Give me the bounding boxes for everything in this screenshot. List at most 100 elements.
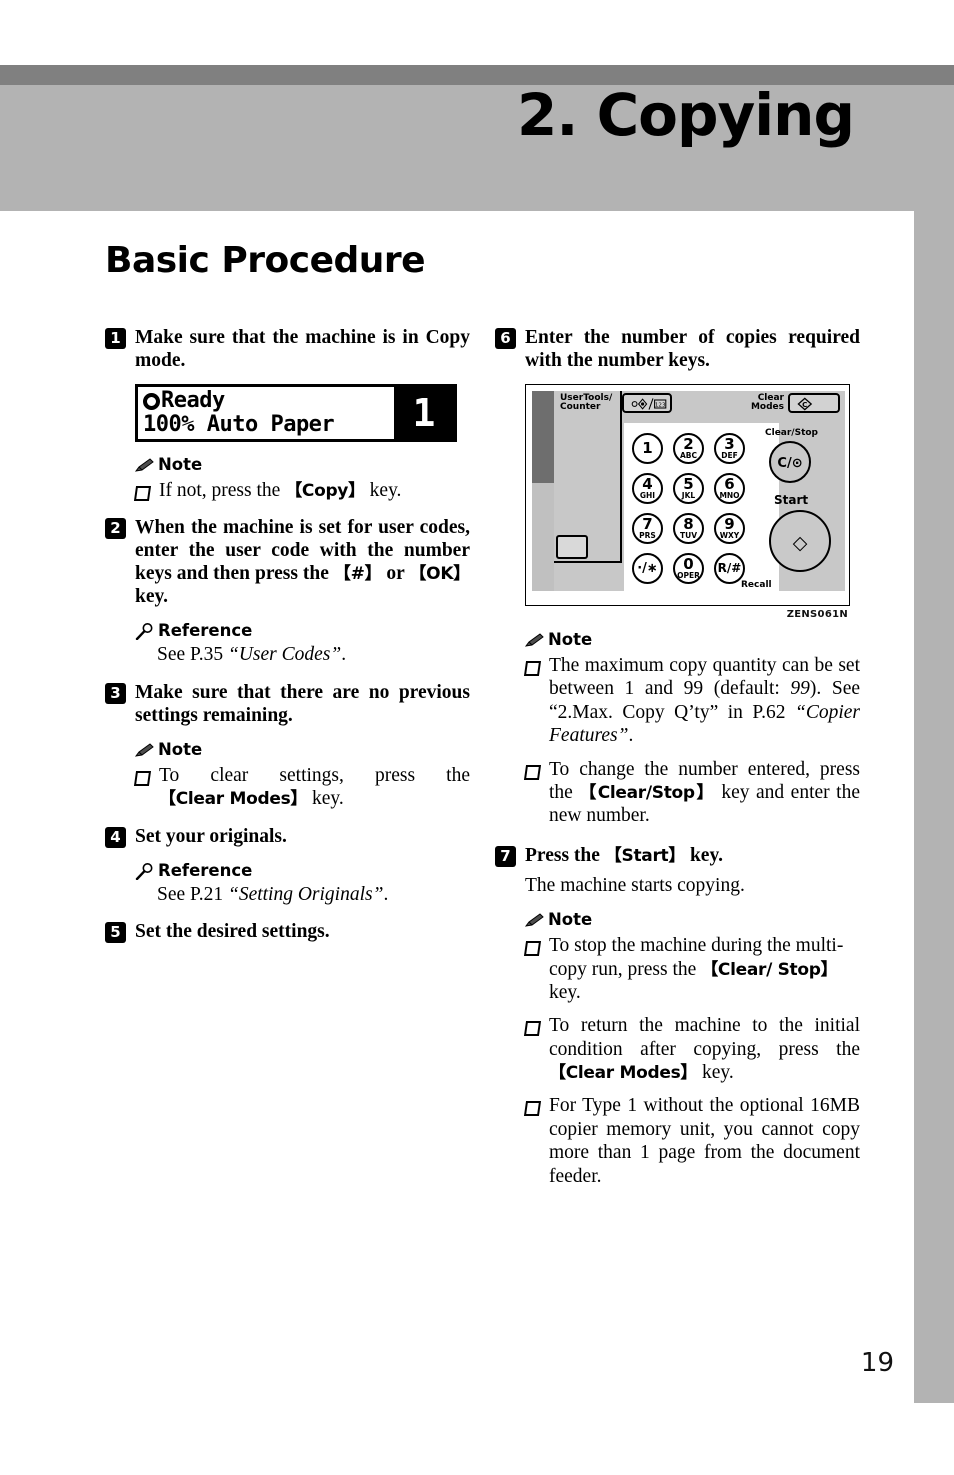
pencil-icon bbox=[134, 458, 154, 473]
note-bullet-text: To return the machine to the initial con… bbox=[549, 1014, 860, 1084]
bullet-part-e: . bbox=[628, 725, 634, 747]
numkey-6-digit: 6 bbox=[724, 475, 735, 493]
step-1-heading: Make sure that the machine is in Copy mo… bbox=[135, 327, 470, 371]
step-2-heading: When the machine is set for user codes, … bbox=[105, 516, 470, 608]
note-bullet-text: To stop the machine during the multi-cop… bbox=[549, 934, 860, 1004]
note-title: Note bbox=[524, 910, 860, 929]
note-bullet: If not, press the 【Copy】 key. bbox=[133, 479, 470, 502]
numkey-3[interactable]: 3 DEF bbox=[714, 433, 745, 464]
note-bullet-text: To clear settings, press the 【Clear Mode… bbox=[159, 764, 470, 811]
clear-modes-key[interactable]: C bbox=[788, 393, 840, 413]
key-clear-modes: 【Clear Modes】 bbox=[159, 789, 308, 810]
step-6-heading: Enter the number of copies required with… bbox=[525, 327, 860, 371]
bullet-box-icon bbox=[523, 764, 542, 780]
step-number-7: 7 bbox=[495, 845, 516, 867]
step-number-1: 1 bbox=[105, 328, 126, 349]
numkey-0-digit: 0 bbox=[683, 555, 694, 573]
numkey-2[interactable]: 2 ABC bbox=[673, 433, 704, 464]
clear-modes-label: Clear Modes bbox=[750, 393, 784, 413]
start-glyph: ◇ bbox=[792, 532, 808, 554]
note-bullet-text: If not, press the 【Copy】 key. bbox=[159, 479, 470, 502]
note-title: Note bbox=[524, 630, 860, 649]
step-number-3: 3 bbox=[105, 682, 126, 704]
start-key[interactable]: ◇ bbox=[769, 510, 831, 572]
note-bullet-text: For Type 1 without the optional 16MB cop… bbox=[549, 1095, 860, 1187]
lcd-copy-count: 1 bbox=[394, 387, 454, 439]
numkey-3-digit: 3 bbox=[724, 435, 735, 453]
numkey-7[interactable]: 7 PRS bbox=[632, 513, 663, 544]
step-7-body: The machine starts copying. bbox=[525, 874, 745, 896]
reference-title: Reference bbox=[135, 621, 470, 641]
reference-text: See P.35 “User Codes”. bbox=[135, 643, 470, 666]
lcd-display: Ready 100% Auto Paper 1 bbox=[135, 384, 457, 442]
bullet-box-icon bbox=[523, 1101, 542, 1117]
note-label: Note bbox=[548, 630, 593, 649]
numkey-9-letters: WXY bbox=[719, 531, 740, 540]
svg-text:123: 123 bbox=[655, 402, 666, 408]
numkey-0[interactable]: 0 OPER bbox=[673, 553, 704, 584]
user-tools-counter-key[interactable]: 123 bbox=[622, 393, 672, 413]
left-column: 1 Make sure that the machine is in Copy … bbox=[105, 326, 470, 947]
bullet-box-icon bbox=[523, 941, 542, 957]
step-1: 1 Make sure that the machine is in Copy … bbox=[105, 326, 470, 372]
step-6-note: Note The maximum copy quantity can be se… bbox=[495, 630, 860, 828]
ref-pre: See P.21 bbox=[157, 883, 228, 905]
recall-label: Recall bbox=[741, 580, 772, 590]
ref-post: . bbox=[383, 883, 389, 905]
numkey-6[interactable]: 6 MNO bbox=[714, 473, 745, 504]
numkey-7-letters: PRS bbox=[639, 531, 656, 540]
pencil-icon bbox=[524, 633, 544, 648]
reference-label: Reference bbox=[158, 860, 253, 880]
reference-text: See P.21 “Setting Originals”. bbox=[135, 883, 470, 906]
key-ok: 【OK】 bbox=[409, 564, 470, 585]
lcd-figure: Ready 100% Auto Paper 1 bbox=[105, 384, 470, 442]
lcd-line-1: Ready bbox=[143, 388, 225, 413]
note-bullet: To change the number entered, press the … bbox=[523, 758, 860, 828]
note-label: Note bbox=[158, 739, 203, 759]
page-edge-rail bbox=[914, 211, 954, 1403]
svg-text:C: C bbox=[802, 400, 807, 409]
magnifier-icon bbox=[135, 623, 154, 641]
note-label: Note bbox=[158, 455, 203, 474]
bullet-post: key. bbox=[549, 981, 581, 1003]
step-3-heading: Make sure that there are no previous set… bbox=[135, 681, 470, 726]
ref-post: . bbox=[341, 644, 347, 666]
step-2: 2 When the machine is set for user codes… bbox=[105, 516, 470, 608]
step-4-reference: Reference See P.21 “Setting Originals”. bbox=[105, 861, 470, 906]
page-title: Basic Procedure bbox=[105, 240, 426, 281]
step-3-note: Note To clear settings, press the 【Clear… bbox=[105, 740, 470, 811]
numkey-8-letters: TUV bbox=[679, 531, 697, 540]
magnifier-icon bbox=[135, 862, 154, 880]
numkey-3-letters: DEF bbox=[721, 451, 738, 460]
bullet-post: key. bbox=[364, 480, 402, 501]
ref-italic: “User Codes” bbox=[227, 644, 342, 666]
step-7-note: Note To stop the machine during the mult… bbox=[495, 910, 860, 1188]
key-hash: 【#】 bbox=[333, 564, 382, 585]
numkey-5[interactable]: 5 JKL bbox=[673, 473, 704, 504]
bullet-post: key. bbox=[307, 788, 344, 810]
figure-frame: UserTools/ Counter 123 Clear Modes C 1 2… bbox=[525, 384, 850, 606]
step-5: 5 Set the desired settings. bbox=[105, 920, 470, 943]
numkey-asterisk[interactable]: ·/∗ bbox=[632, 553, 663, 584]
clear-stop-key[interactable]: C/⊙ bbox=[769, 441, 811, 483]
note-bullet: For Type 1 without the optional 16MB cop… bbox=[523, 1094, 860, 1188]
step-number-6: 6 bbox=[495, 328, 516, 349]
step-1-note: Note If not, press the 【Copy】 key. bbox=[105, 455, 470, 502]
numkey-recall-digit: R/# bbox=[717, 561, 742, 575]
lcd-line-2: 100% Auto Paper bbox=[143, 412, 335, 437]
reference-title: Reference bbox=[135, 861, 470, 880]
bullet-post: key. bbox=[697, 1062, 734, 1084]
numkey-2-digit: 2 bbox=[683, 435, 694, 453]
step-2-reference: Reference See P.35 “User Codes”. bbox=[105, 621, 470, 666]
chapter-title: 2. Copying bbox=[516, 81, 855, 149]
numkey-4[interactable]: 4 GHI bbox=[632, 473, 663, 504]
key-clear-stop: 【Clear/ Stop】 bbox=[701, 959, 838, 980]
key-clear-stop: 【Clear/Stop】 bbox=[579, 782, 715, 803]
numkey-8[interactable]: 8 TUV bbox=[673, 513, 704, 544]
numkey-1[interactable]: 1 bbox=[632, 433, 663, 464]
bullet-box-icon bbox=[523, 661, 542, 676]
step-number-5: 5 bbox=[105, 921, 126, 943]
numkey-9[interactable]: 9 WXY bbox=[714, 513, 745, 544]
panel-small-key[interactable] bbox=[556, 535, 588, 559]
step-7-heading: Press the 【Start】 key. bbox=[495, 844, 860, 867]
